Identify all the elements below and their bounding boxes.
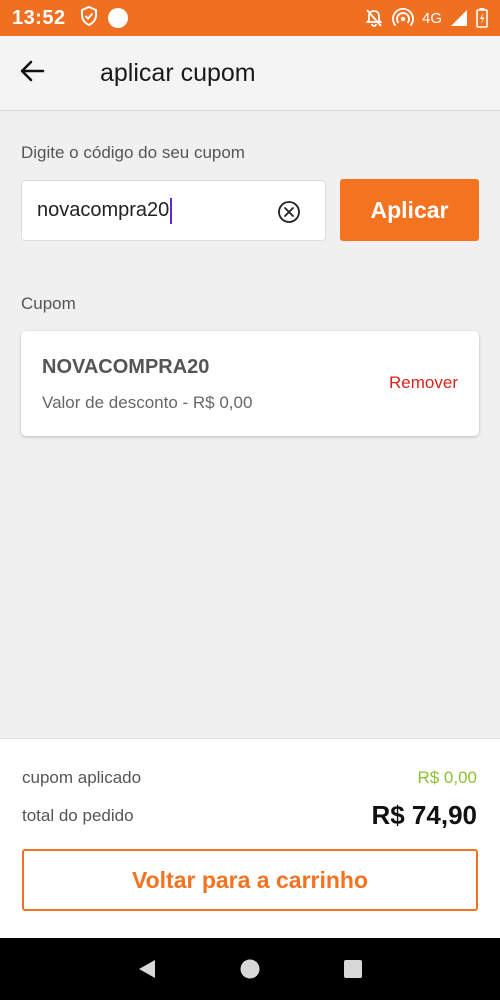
battery-icon (476, 8, 488, 28)
status-time: 13:52 (12, 6, 66, 29)
system-nav-bar (0, 938, 500, 1000)
back-button[interactable] (2, 43, 62, 103)
coupon-input-value: novacompra20 (37, 199, 170, 221)
network-type: 4G (421, 9, 442, 27)
back-triangle-icon[interactable] (127, 949, 167, 989)
hotspot-icon (392, 8, 414, 28)
page-title: aplicar cupom (100, 58, 256, 87)
applied-coupon-card: NOVACOMPRA20 Valor de desconto - R$ 0,00… (21, 331, 479, 436)
arrow-left-icon (19, 59, 45, 88)
text-cursor (170, 197, 173, 224)
order-summary: cupom aplicado R$ 0,00 total do pedido R… (0, 738, 500, 938)
coupon-input-label: Digite o código do seu cupom (21, 143, 245, 162)
apply-button[interactable]: Aplicar (340, 179, 479, 241)
back-to-cart-button[interactable]: Voltar para a carrinho (22, 849, 478, 911)
remove-coupon-button[interactable]: Remover (389, 373, 458, 393)
applied-coupon-value: R$ 0,00 (417, 768, 477, 787)
status-left-icons (80, 5, 128, 31)
clear-circle-icon[interactable] (277, 200, 301, 224)
coupon-section-label: Cupom (21, 294, 76, 313)
home-circle-icon[interactable] (230, 949, 270, 989)
shield-check-icon (80, 5, 98, 31)
coupon-code-input[interactable]: novacompra20 (21, 180, 326, 241)
signal-icon (450, 9, 468, 27)
status-right-icons: 4G (364, 8, 488, 28)
applied-coupon-label: cupom aplicado (22, 768, 142, 787)
recents-square-icon[interactable] (333, 949, 373, 989)
coupon-discount: Valor de desconto - R$ 0,00 (42, 393, 253, 412)
mute-notifications-icon (364, 8, 384, 28)
order-total-label: total do pedido (22, 806, 134, 825)
app-header: aplicar cupom (0, 36, 500, 111)
order-total-value: R$ 74,90 (371, 800, 477, 830)
screen: 13:52 4G aplicar cupom Digite o código d… (0, 0, 500, 1000)
coupon-code: NOVACOMPRA20 (42, 356, 210, 378)
circle-icon (107, 8, 128, 28)
status-bar: 13:52 4G (0, 0, 500, 36)
